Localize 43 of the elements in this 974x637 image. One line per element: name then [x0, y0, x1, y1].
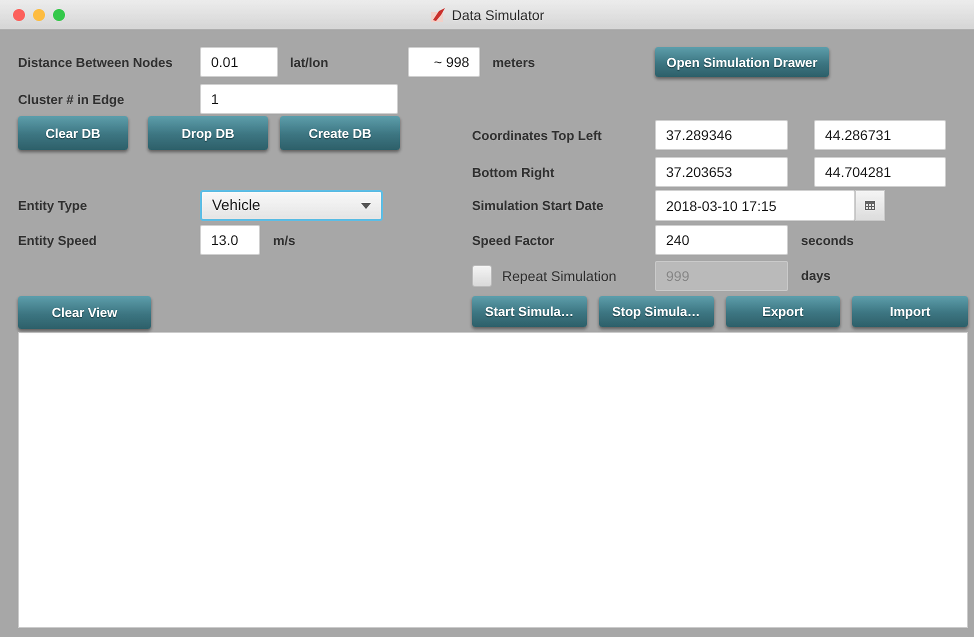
field-label: Speed Factor [472, 232, 556, 248]
open-drawer-button[interactable]: Open Simulation Drawer [655, 47, 829, 77]
input-field[interactable]: 13.0 [200, 225, 260, 255]
calendar-button[interactable] [855, 190, 885, 221]
input-field[interactable]: 2018-03-10 17:15 [655, 190, 855, 221]
input-field[interactable]: ~ 998 [408, 47, 480, 77]
app-icon [430, 6, 448, 22]
field-label: Bottom Right [472, 164, 556, 180]
zoom-button[interactable] [53, 8, 65, 20]
window-title: Data Simulator [452, 6, 544, 22]
db-button[interactable]: Drop DB [148, 116, 268, 150]
checkbox-label: Repeat Simulation [502, 268, 616, 284]
unit-label: lat/lon [290, 54, 328, 70]
simulation-button[interactable]: Stop Simula… [598, 296, 714, 327]
calendar-icon [865, 201, 875, 210]
field-label: Simulation Start Date [472, 198, 604, 213]
entity-type-dropdown[interactable]: Vehicle [200, 190, 383, 221]
simulation-button[interactable]: Import [852, 296, 968, 327]
field-label: Entity Type [18, 198, 88, 213]
clear-view-button[interactable]: Clear View [18, 296, 151, 329]
input-field[interactable]: 44.704281 [814, 157, 946, 187]
unit-label: m/s [273, 232, 296, 248]
unit-label: seconds [801, 232, 854, 248]
caret-icon [361, 202, 371, 208]
db-button[interactable]: Create DB [280, 116, 400, 150]
db-button[interactable]: Clear DB [18, 116, 128, 150]
input-field[interactable]: 240 [655, 225, 788, 255]
unit-label: days [801, 268, 831, 283]
checkbox[interactable] [472, 264, 492, 286]
input-field[interactable]: 44.286731 [814, 120, 946, 150]
field-label: Distance Between Nodes [18, 54, 174, 70]
field-label: Coordinates Top Left [472, 128, 603, 143]
simulation-button[interactable]: Start Simula… [472, 296, 587, 327]
input-field[interactable]: 0.01 [200, 47, 278, 77]
field-label: Entity Speed [18, 232, 98, 248]
field-label: Cluster # in Edge [18, 92, 126, 106]
close-button[interactable] [13, 8, 25, 20]
input-field[interactable]: 1 [200, 84, 398, 114]
input-field[interactable]: 37.203653 [655, 157, 788, 187]
simulation-button[interactable]: Export [726, 296, 840, 327]
unit-label: meters [492, 54, 535, 70]
minimize-button[interactable] [33, 8, 45, 20]
input-field[interactable]: 37.289346 [655, 120, 788, 150]
